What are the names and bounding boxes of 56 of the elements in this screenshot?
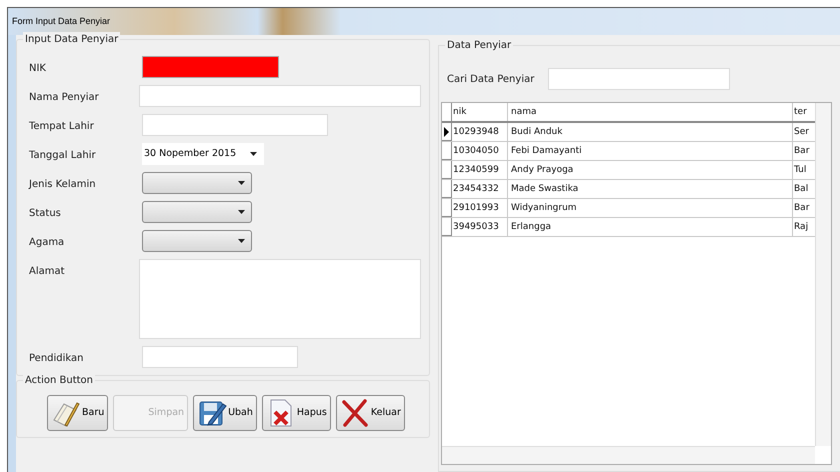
row-indicator[interactable] (442, 123, 452, 141)
table-cell: 12340599 (452, 161, 508, 179)
table-cell: 10293948 (452, 123, 508, 141)
field-label: Nama Penyiar (29, 91, 100, 105)
group-title: Data Penyiar (445, 38, 514, 53)
delete-button[interactable]: Hapus (262, 395, 331, 431)
dropdown-arrow-icon (238, 239, 245, 243)
horizontal-scrollbar[interactable] (442, 446, 815, 464)
table-cell: Erlangga (508, 218, 793, 236)
table-cell-text: Ser (793, 126, 810, 139)
table-cell: 23454332 (452, 180, 508, 198)
address-field[interactable] (139, 259, 421, 339)
table-cell: Made Swastika (508, 180, 793, 198)
table-cell-text: Raj (793, 221, 810, 234)
field-label: Agama (29, 236, 66, 250)
text-field[interactable] (142, 56, 279, 78)
dropdown[interactable] (142, 201, 252, 223)
window-title: Form Input Data Penyiar (12, 14, 110, 28)
table-cell-text: Tul (793, 164, 808, 177)
field-label: NIK (29, 62, 47, 76)
edit-button[interactable]: Ubah (193, 395, 257, 431)
text-field[interactable] (142, 114, 328, 136)
field-label: Jenis Kelamin (29, 178, 97, 192)
column-header[interactable]: nik (452, 103, 508, 121)
x-mark-icon (340, 398, 370, 428)
field-label: Alamat (29, 265, 66, 279)
field-label: Tempat Lahir (29, 120, 95, 134)
text-field[interactable] (142, 346, 298, 368)
column-header[interactable]: ter (793, 103, 815, 121)
table-cell: Febi Damayanti (508, 142, 793, 160)
group-title: Input Data Penyiar (23, 32, 120, 47)
table-cell-text: Bar (793, 202, 810, 215)
exit-button[interactable]: Keluar (336, 395, 405, 431)
column-header[interactable]: nama (508, 103, 793, 121)
new-button[interactable]: Baru (47, 395, 108, 431)
table-cell: Andy Prayoga (508, 161, 793, 179)
field-label: Tanggal Lahir (29, 149, 97, 163)
table-cell: 10304050 (452, 142, 508, 160)
table-cell-text: Bal (793, 183, 810, 196)
dropdown[interactable] (142, 172, 252, 194)
table-cell: Widyaningrum (508, 199, 793, 217)
table-cell: Budi Anduk (508, 123, 793, 141)
table-cell-text: Bar (793, 145, 810, 158)
search-field[interactable] (548, 68, 730, 90)
dropdown-arrow-icon (238, 181, 245, 185)
dropdown[interactable] (142, 230, 252, 252)
dropdown-arrow-icon (250, 152, 258, 156)
table-cell: 29101993 (452, 199, 508, 217)
field-label: Status (29, 207, 62, 221)
date-picker[interactable]: 30 Nopember 2015 (142, 143, 264, 165)
vertical-scrollbar[interactable] (815, 103, 831, 446)
table-cell: 39495033 (452, 218, 508, 236)
field-label: Pendidikan (29, 352, 84, 366)
search-label: Cari Data Penyiar (447, 72, 536, 86)
dropdown-arrow-icon (238, 210, 245, 214)
text-field[interactable] (139, 85, 421, 107)
